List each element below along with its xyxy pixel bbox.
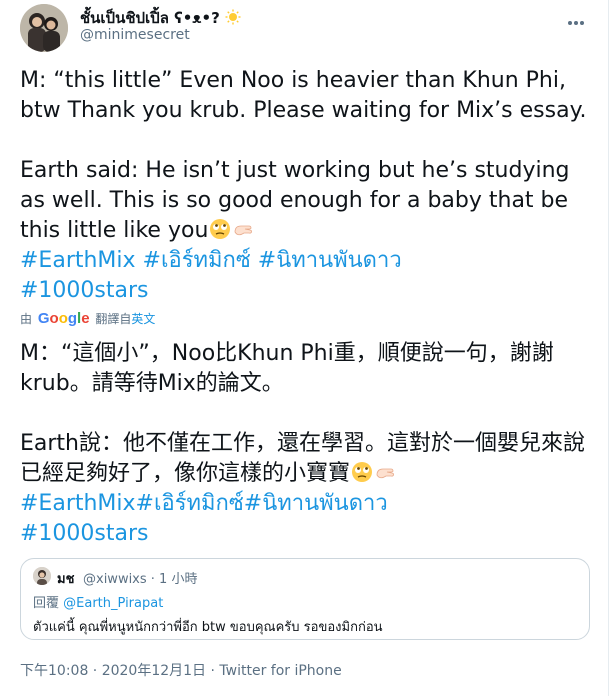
hashtag-1000stars[interactable]: #1000stars bbox=[20, 276, 595, 306]
quoted-author-name[interactable]: มช bbox=[57, 568, 74, 589]
quoted-tweet-text: ตัวแค่นี้ คุณพี่หนูหนักกว่าพี่อีก btw ขอ… bbox=[33, 620, 383, 635]
tweet-source[interactable]: Twitter for iPhone bbox=[219, 663, 341, 679]
more-horizontal-icon[interactable] bbox=[568, 10, 588, 26]
pinching-hand-emoji-icon bbox=[376, 468, 395, 479]
quoted-reply-mention[interactable]: @Earth_Pirapat bbox=[63, 596, 163, 611]
source-language-link[interactable]: 英文 bbox=[131, 312, 155, 326]
translated-paragraph-2: Earth說：他不僅在工作，還在學習。這對於一個嬰兒來說已經足夠好了，像你這樣的… bbox=[20, 429, 595, 489]
quoted-author-handle[interactable]: @xiwwixs · 1 小時 bbox=[83, 568, 197, 587]
tweet-paragraph-1: M: “this little” Even Noo is heavier tha… bbox=[20, 68, 587, 123]
tweet-body: M: “this little” Even Noo is heavier tha… bbox=[20, 66, 595, 306]
translated-paragraph-2-text: Earth說：他不僅在工作，還在學習。這對於一個嬰兒來說已經足夠好了，像你這樣的… bbox=[20, 431, 585, 486]
translated-paragraph-1: M：“這個小”，Noo比Khun Phi重，順便說一句，謝謝krub。請等待Mi… bbox=[20, 341, 554, 396]
hashtags-row-1[interactable]: #EarthMix #เอิร์ทมิกซ์ #นิทานพันดาว bbox=[20, 246, 595, 276]
pinching-hand-emoji-icon bbox=[234, 225, 253, 236]
translated-hashtags-row-1[interactable]: #EarthMix#เอิร์ทมิกซ์#นิทานพันดาว bbox=[20, 489, 595, 519]
translated-hashtag-1000stars[interactable]: #1000stars bbox=[20, 519, 595, 549]
sun-emoji-icon bbox=[225, 9, 241, 25]
translation-attribution: 由 Google 翻譯自英文 bbox=[20, 311, 155, 327]
author-avatar[interactable] bbox=[20, 4, 68, 52]
rolling-eyes-emoji-icon bbox=[210, 219, 231, 239]
rolling-eyes-emoji-icon bbox=[352, 462, 373, 482]
tweet-card: ชั้นเป็นชิปเปิ้ล ʕ•ᴥ•? @minimesecret M: … bbox=[0, 0, 609, 696]
translated-from-label: 翻譯自 bbox=[95, 312, 132, 326]
author-name-text: ชั้นเป็นชิปเปิ้ล ʕ•ᴥ•? bbox=[80, 9, 220, 27]
tweet-meta: 下午10:08 · 2020年12月1日 · Twitter for iPhon… bbox=[20, 660, 342, 680]
tweet-paragraph-2-text: Earth said: He isn’t just working but he… bbox=[20, 158, 570, 243]
tweet-timestamp[interactable]: 下午10:08 · 2020年12月1日 · bbox=[20, 663, 219, 679]
tweet-paragraph-2: Earth said: He isn’t just working but he… bbox=[20, 156, 595, 246]
translation-by-label: 由 bbox=[20, 312, 33, 326]
quoted-reply-context: 回覆 @Earth_Pirapat bbox=[33, 592, 163, 611]
author-handle[interactable]: @minimesecret bbox=[80, 27, 190, 43]
translated-body: M：“這個小”，Noo比Khun Phi重，順便說一句，謝謝krub。請等待Mi… bbox=[20, 339, 595, 549]
google-logo-icon: Google bbox=[37, 310, 90, 327]
quoted-author-avatar[interactable] bbox=[33, 567, 51, 585]
quoted-reply-prefix: 回覆 bbox=[33, 596, 60, 611]
quoted-tweet[interactable]: มช @xiwwixs · 1 小時 回覆 @Earth_Pirapat ตัว… bbox=[20, 558, 590, 640]
